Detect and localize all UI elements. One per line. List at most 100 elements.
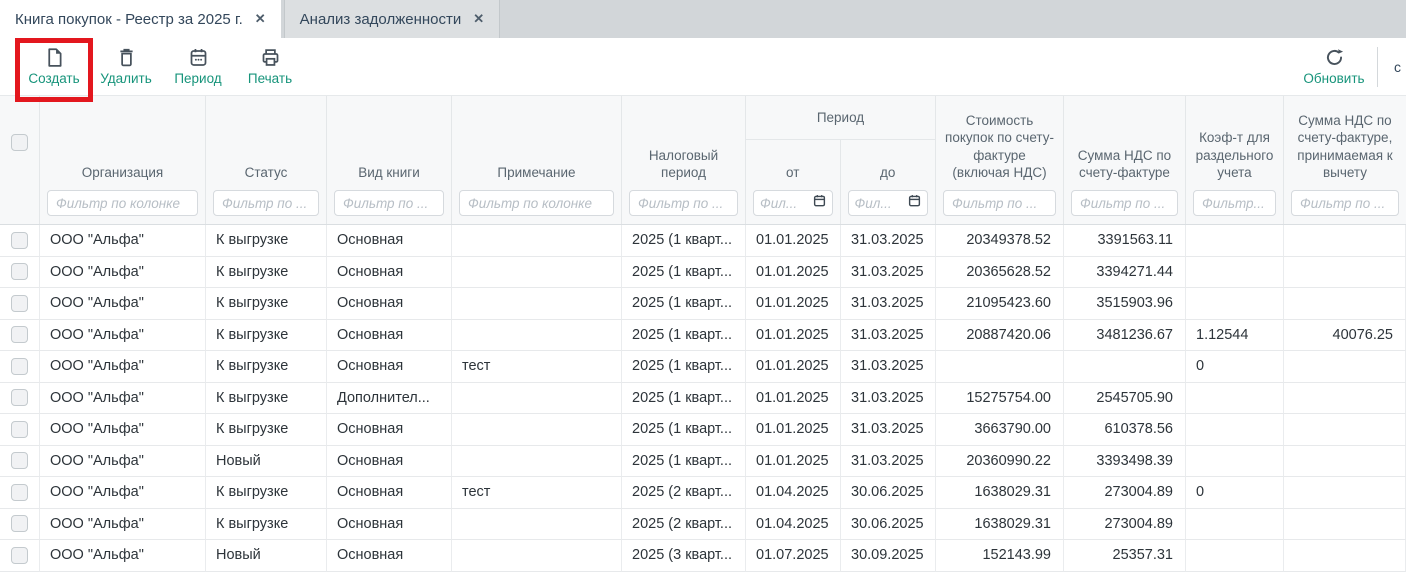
cell-vat_deductible <box>1284 540 1406 572</box>
cell-note <box>452 383 622 415</box>
cell-purchase_cost: 20365628.52 <box>936 257 1064 289</box>
tab-label: Анализ задолженности <box>300 11 462 28</box>
cell-status: Новый <box>206 446 327 478</box>
cell-date_to: 31.03.2025 <box>841 288 936 320</box>
column-header-coef[interactable]: Коэф-т для раздельного учета Фильтр... <box>1186 96 1284 224</box>
tab-close-icon[interactable]: ✕ <box>255 11 266 27</box>
cell-vat_deductible <box>1284 414 1406 446</box>
cell-vat_amount: 610378.56 <box>1064 414 1186 446</box>
filter-note-input[interactable]: Фильтр по колонке <box>459 190 614 216</box>
tab-debt-analysis[interactable]: Анализ задолженности ✕ <box>284 0 501 38</box>
column-header-book-type[interactable]: Вид книги Фильтр по ... <box>327 96 452 224</box>
cell-date_from: 01.04.2025 <box>746 509 841 541</box>
cell-status: К выгрузке <box>206 383 327 415</box>
row-checkbox[interactable] <box>11 547 28 564</box>
cell-tax_period: 2025 (1 кварт... <box>622 225 746 257</box>
select-all-cell <box>0 96 40 224</box>
row-checkbox[interactable] <box>11 326 28 343</box>
row-checkbox[interactable] <box>11 421 28 438</box>
period-button[interactable]: Период <box>168 47 228 86</box>
row-checkbox[interactable] <box>11 295 28 312</box>
cell-tax_period: 2025 (1 кварт... <box>622 257 746 289</box>
table-row[interactable]: ООО "Альфа"К выгрузкеОсновнаятест2025 (2… <box>0 477 1406 509</box>
cell-status: К выгрузке <box>206 288 327 320</box>
refresh-button[interactable]: Обновить <box>1299 47 1369 86</box>
cell-note <box>452 288 622 320</box>
row-checkbox[interactable] <box>11 515 28 532</box>
delete-button[interactable]: Удалить <box>96 47 156 86</box>
table-row[interactable]: ООО "Альфа"К выгрузкеОсновная2025 (1 ква… <box>0 320 1406 352</box>
column-header-note[interactable]: Примечание Фильтр по колонке <box>452 96 622 224</box>
refresh-icon <box>1324 47 1345 68</box>
filter-date-to-input[interactable]: Фил... <box>848 190 929 216</box>
table-row[interactable]: ООО "Альфа"К выгрузкеОсновная2025 (1 ква… <box>0 257 1406 289</box>
table-row[interactable]: ООО "Альфа"К выгрузкеОсновная2025 (1 ква… <box>0 414 1406 446</box>
cell-date_to: 30.09.2025 <box>841 540 936 572</box>
table-row[interactable]: ООО "Альфа"К выгрузкеДополнител...2025 (… <box>0 383 1406 415</box>
column-header-tax-period[interactable]: Налоговый период Фильтр по ... <box>622 96 746 224</box>
column-header-vat-amount[interactable]: Сумма НДС по счету-фактуре Фильтр по ... <box>1064 96 1186 224</box>
filter-purchase-cost-input[interactable]: Фильтр по ... <box>943 190 1056 216</box>
table-row[interactable]: ООО "Альфа"К выгрузкеОсновнаятест2025 (1… <box>0 351 1406 383</box>
tab-purchase-book[interactable]: Книга покупок - Реестр за 2025 г. ✕ <box>0 0 281 38</box>
clipped-button-label[interactable]: с <box>1394 59 1406 75</box>
cell-coef <box>1186 446 1284 478</box>
cell-org: ООО "Альфа" <box>40 540 206 572</box>
cell-status: К выгрузке <box>206 320 327 352</box>
cell-vat_amount: 25357.31 <box>1064 540 1186 572</box>
calendar-icon[interactable] <box>813 194 826 212</box>
create-button-label: Создать <box>28 71 79 86</box>
create-button[interactable]: Создать <box>24 47 84 86</box>
refresh-button-label: Обновить <box>1303 71 1364 86</box>
filter-status-input[interactable]: Фильтр по ... <box>213 190 319 216</box>
filter-org-input[interactable]: Фильтр по колонке <box>47 190 198 216</box>
cell-book_type: Основная <box>327 320 452 352</box>
cell-tax_period: 2025 (1 кварт... <box>622 446 746 478</box>
cell-status: К выгрузке <box>206 351 327 383</box>
table-row[interactable]: ООО "Альфа"НовыйОсновная2025 (3 кварт...… <box>0 540 1406 572</box>
table-body: ООО "Альфа"К выгрузкеОсновная2025 (1 ква… <box>0 225 1406 572</box>
cell-vat_deductible <box>1284 288 1406 320</box>
column-header-purchase-cost[interactable]: Стоимость покупок по счету-фактуре (вклю… <box>936 96 1064 224</box>
cell-coef: 1.12544 <box>1186 320 1284 352</box>
cell-date_from: 01.04.2025 <box>746 477 841 509</box>
table-row[interactable]: ООО "Альфа"НовыйОсновная2025 (1 кварт...… <box>0 446 1406 478</box>
column-header-date-from[interactable]: от Фил... <box>746 140 841 224</box>
filter-vat-deductible-input[interactable]: Фильтр по ... <box>1291 190 1399 216</box>
cell-note <box>452 446 622 478</box>
filter-tax-period-input[interactable]: Фильтр по ... <box>629 190 738 216</box>
row-checkbox[interactable] <box>11 452 28 469</box>
cell-org: ООО "Альфа" <box>40 383 206 415</box>
filter-date-from-input[interactable]: Фил... <box>753 190 833 216</box>
filter-vat-amount-input[interactable]: Фильтр по ... <box>1071 190 1178 216</box>
row-select-cell <box>0 509 40 541</box>
period-button-label: Период <box>174 71 221 86</box>
table-row[interactable]: ООО "Альфа"К выгрузкеОсновная2025 (1 ква… <box>0 288 1406 320</box>
row-checkbox[interactable] <box>11 232 28 249</box>
tab-close-icon[interactable]: ✕ <box>473 11 484 27</box>
row-checkbox[interactable] <box>11 358 28 375</box>
select-all-checkbox[interactable] <box>11 134 28 151</box>
cell-tax_period: 2025 (2 кварт... <box>622 477 746 509</box>
column-header-status[interactable]: Статус Фильтр по ... <box>206 96 327 224</box>
filter-book-type-input[interactable]: Фильтр по ... <box>334 190 444 216</box>
calendar-icon[interactable] <box>908 194 921 212</box>
row-checkbox[interactable] <box>11 389 28 406</box>
toolbar-right: Обновить с <box>1299 38 1406 95</box>
cell-status: К выгрузке <box>206 414 327 446</box>
column-header-date-to[interactable]: до Фил... <box>841 140 936 224</box>
table-row[interactable]: ООО "Альфа"К выгрузкеОсновная2025 (2 ква… <box>0 509 1406 541</box>
print-button[interactable]: Печать <box>240 47 300 86</box>
cell-vat_amount: 3515903.96 <box>1064 288 1186 320</box>
cell-tax_period: 2025 (1 кварт... <box>622 414 746 446</box>
toolbar: Создать Удалить Период Печать Обновить с <box>0 38 1406 95</box>
table-row[interactable]: ООО "Альфа"К выгрузкеОсновная2025 (1 ква… <box>0 225 1406 257</box>
cell-vat_deductible <box>1284 225 1406 257</box>
cell-note <box>452 320 622 352</box>
filter-coef-input[interactable]: Фильтр... <box>1193 190 1276 216</box>
row-select-cell <box>0 288 40 320</box>
column-header-org[interactable]: Организация Фильтр по колонке <box>40 96 206 224</box>
row-checkbox[interactable] <box>11 263 28 280</box>
column-header-vat-deductible[interactable]: Сумма НДС по счету-фактуре, принимаемая … <box>1284 96 1406 224</box>
row-checkbox[interactable] <box>11 484 28 501</box>
